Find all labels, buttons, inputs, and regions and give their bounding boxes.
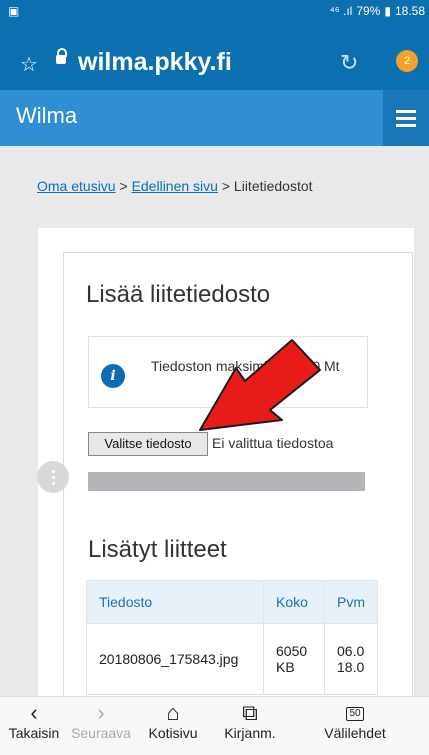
battery-percent: 79% — [356, 4, 381, 18]
nav-back[interactable]: ‹ Takaisin — [6, 700, 62, 742]
upload-progress-bar — [88, 472, 365, 491]
nav-bookmarks[interactable]: ⧉ Kirjanm. — [214, 700, 286, 742]
app-header: Wilma — [0, 90, 429, 146]
browser-url-bar: ☆ wilma.pkky.fi ↻ 2 — [0, 22, 429, 90]
attachments-table: Tiedosto Koko Pvm 20180806_175843.jpg 60… — [86, 580, 378, 695]
chevron-right-icon: › — [97, 700, 105, 725]
max-size-text: Tiedoston maksimikoko: 10 Mt — [151, 358, 340, 374]
home-icon: ⌂ — [166, 700, 180, 725]
cell-date: 06.0 18.0 — [324, 623, 378, 695]
breadcrumb: Oma etusivu > Edellinen sivu > Liitetied… — [37, 178, 313, 194]
tabs-icon: 50 — [293, 701, 417, 725]
clock: 18.58 — [394, 4, 425, 18]
nav-home[interactable]: ⌂ Kotisivu — [140, 700, 206, 742]
status-bar: ▣ ⁴⁶ .ıl 79% ▮ 18.58 — [0, 0, 429, 22]
info-icon: i — [101, 364, 125, 388]
nav-tabs[interactable]: 50 Välilehdet — [293, 701, 417, 741]
breadcrumb-separator: > — [221, 178, 231, 194]
signal-indicator: ⁴⁶ .ıl — [329, 4, 353, 18]
file-status-text: Ei valittua tiedostoa — [212, 435, 334, 451]
reload-icon[interactable]: ↻ — [340, 50, 358, 76]
tab-count-badge[interactable]: 2 — [396, 50, 418, 72]
app-title[interactable]: Wilma — [16, 103, 77, 129]
breadcrumb-separator: > — [119, 178, 128, 194]
column-header-date[interactable]: Pvm — [324, 580, 378, 624]
attachments-heading: Lisätyt liitteet — [88, 536, 227, 563]
upload-heading: Lisää liitetiedosto — [86, 281, 271, 308]
nav-tabs-label: Välilehdet — [324, 725, 386, 741]
star-icon[interactable]: ☆ — [20, 52, 38, 77]
url-text[interactable]: wilma.pkky.fi — [78, 48, 232, 77]
column-header-file[interactable]: Tiedosto — [86, 580, 264, 624]
lock-icon — [56, 48, 67, 64]
nav-forward-label: Seuraava — [71, 725, 131, 741]
gallery-icon: ▣ — [8, 4, 20, 18]
nav-bookmarks-label: Kirjanm. — [224, 725, 276, 741]
nav-back-label: Takaisin — [8, 725, 60, 741]
bottom-nav: ‹ Takaisin › Seuraava ⌂ Kotisivu ⧉ Kirja… — [0, 696, 429, 755]
menu-icon[interactable] — [383, 90, 429, 146]
breadcrumb-home-link[interactable]: Oma etusivu — [37, 178, 116, 194]
table-row[interactable]: 20180806_175843.jpg 6050 KB 06.0 18.0 — [86, 623, 378, 695]
battery-icon: ▮ — [384, 4, 391, 18]
tabs-count: 50 — [346, 707, 364, 722]
choose-file-button[interactable]: Valitse tiedosto — [88, 432, 208, 456]
breadcrumb-current: Liitetiedostot — [233, 178, 313, 194]
chevron-left-icon: ‹ — [30, 700, 38, 725]
column-header-size[interactable]: Koko — [263, 580, 325, 624]
nav-forward[interactable]: › Seuraava — [70, 700, 132, 742]
more-options-icon[interactable] — [37, 461, 69, 493]
info-box: i Tiedoston maksimikoko: 10 Mt — [88, 336, 368, 408]
cell-file[interactable]: 20180806_175843.jpg — [86, 623, 264, 695]
cell-size: 6050 KB — [263, 623, 325, 695]
nav-home-label: Kotisivu — [148, 725, 198, 741]
breadcrumb-prev-link[interactable]: Edellinen sivu — [132, 178, 218, 194]
bookmarks-icon: ⧉ — [242, 700, 258, 725]
